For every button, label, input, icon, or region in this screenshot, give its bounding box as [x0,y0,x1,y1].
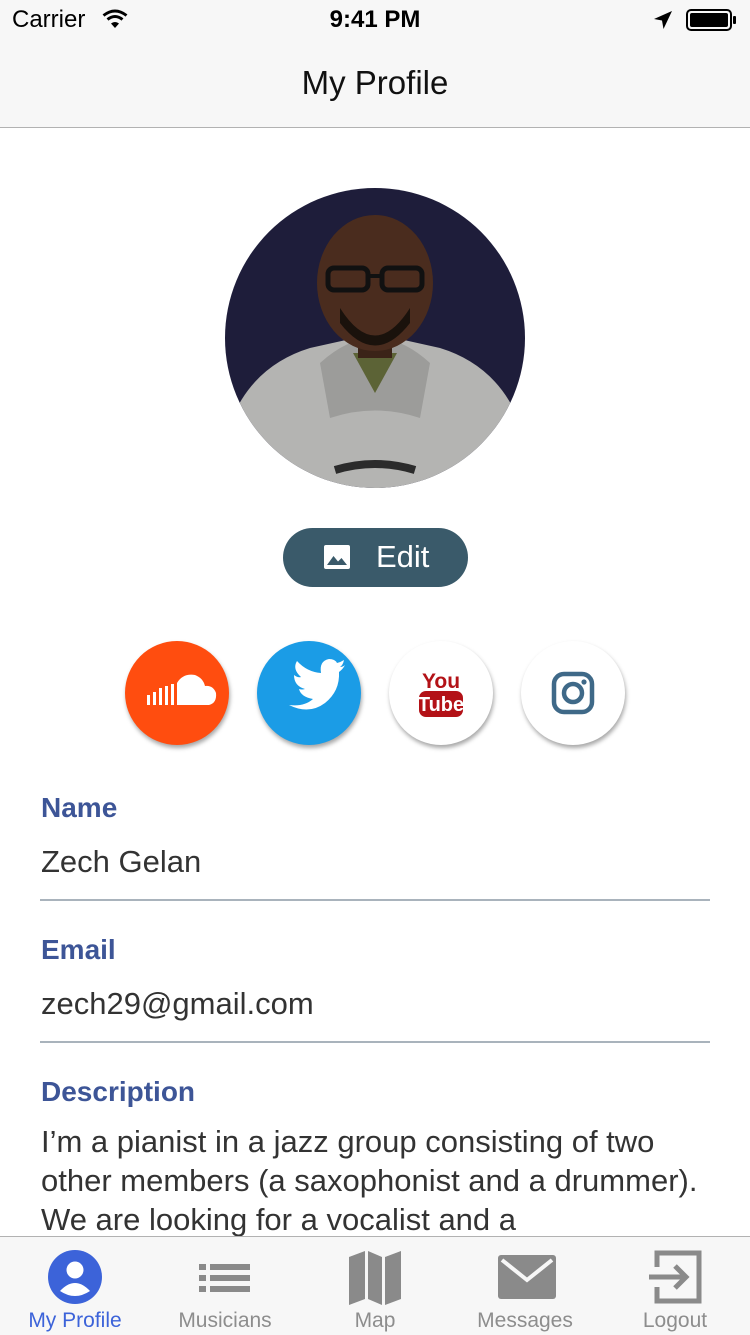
tab-logout[interactable]: Logout [600,1237,750,1335]
envelope-icon [498,1255,556,1299]
tab-messages[interactable]: Messages [450,1237,600,1335]
name-label: Name [41,792,118,823]
profile-content[interactable]: Edit You Tube Name Zech Gelan Email zech… [0,128,750,1236]
tab-map[interactable]: Map [300,1237,450,1335]
youtube-logo-bottom: Tube [418,694,464,716]
youtube-icon: You Tube [418,670,464,717]
tab-bar: My Profile Musicians Map Messages Logout [0,1236,750,1335]
description-label: Description [41,1076,196,1107]
person-icon [48,1250,102,1304]
battery-icon [686,9,738,36]
location-arrow-icon [652,9,674,36]
email-divider [40,1041,710,1043]
map-icon [349,1251,401,1305]
email-field[interactable]: zech29@gmail.com [41,986,314,1022]
tab-label: Map [354,1309,396,1332]
email-label: Email [41,934,116,965]
edit-photo-button[interactable]: Edit [283,528,468,587]
youtube-button[interactable]: You Tube [389,641,493,745]
soundcloud-button[interactable] [125,641,229,745]
page-title: My Profile [301,64,449,101]
tab-label: Musicians [178,1309,272,1332]
instagram-button[interactable] [521,641,625,745]
name-field[interactable]: Zech Gelan [41,844,201,880]
tab-my-profile[interactable]: My Profile [0,1237,150,1335]
soundcloud-icon [147,674,217,705]
youtube-logo-top: You [422,670,460,693]
twitter-button[interactable] [257,641,361,745]
twitter-icon [289,659,345,710]
tab-musicians[interactable]: Musicians [150,1237,300,1335]
tab-label: My Profile [28,1309,122,1332]
list-icon [199,1264,250,1292]
status-time: 9:41 PM [329,6,421,33]
tab-label: Messages [477,1309,573,1332]
logout-icon [649,1250,702,1304]
name-divider [40,899,710,901]
edit-button-label: Edit [376,539,430,574]
navigation-bar: My Profile [0,40,750,128]
description-field[interactable]: I’m a pianist in a jazz group consisting… [41,1122,721,1236]
profile-photo [225,188,525,488]
status-bar: Carrier 9:41 PM [0,0,750,40]
image-icon [323,544,351,575]
instagram-icon [551,671,595,715]
tab-label: Logout [642,1309,708,1332]
